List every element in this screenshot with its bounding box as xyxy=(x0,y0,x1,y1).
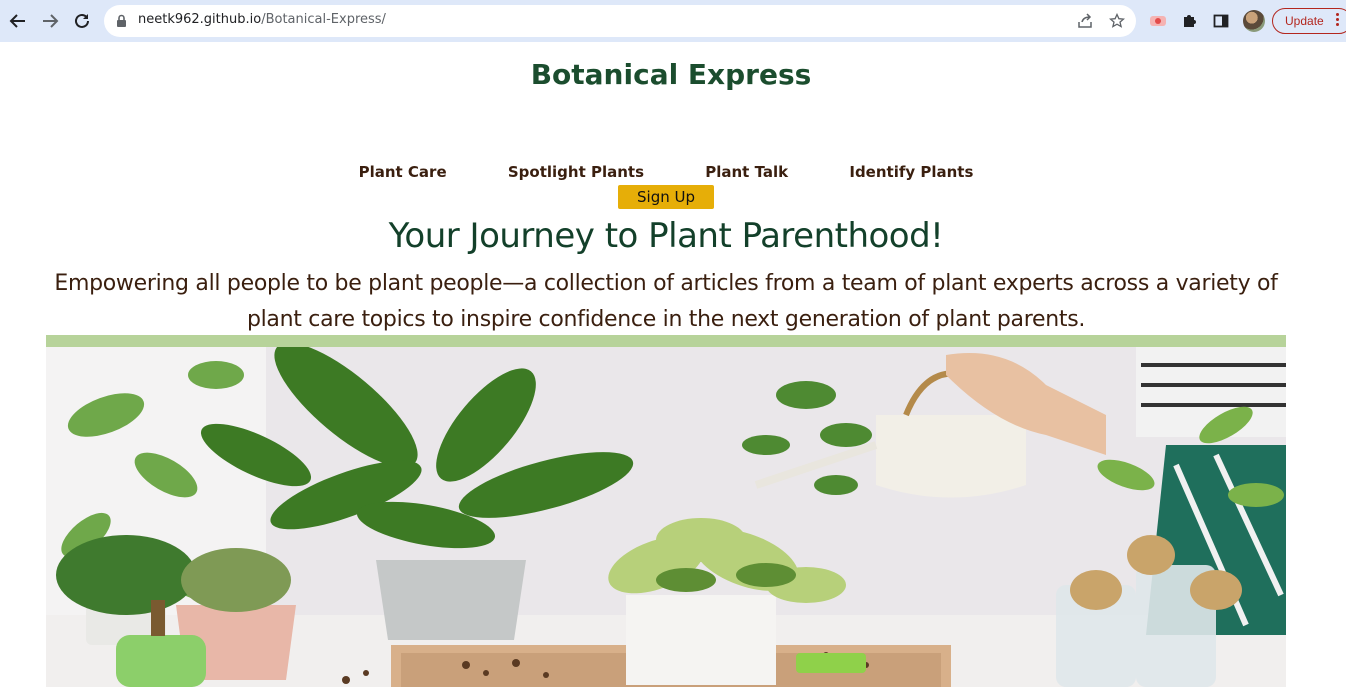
side-panel-icon[interactable] xyxy=(1210,10,1232,32)
url-host: neetk962.github.io xyxy=(138,12,262,27)
main-nav: Plant Care Spotlight Plants Plant Talk I… xyxy=(0,163,1332,181)
plants-illustration xyxy=(46,342,1286,687)
nav-spotlight-plants[interactable]: Spotlight Plants xyxy=(508,163,644,181)
back-arrow-icon[interactable] xyxy=(5,8,31,34)
lock-icon[interactable] xyxy=(116,13,127,32)
kebab-menu-icon[interactable] xyxy=(1336,13,1340,28)
site-title: Botanical Express xyxy=(530,58,812,91)
green-band xyxy=(46,335,1286,347)
browser-toolbar: neetk962.github.io/Botanical-Express/ Up… xyxy=(0,0,1346,42)
url-path: /Botanical-Express/ xyxy=(261,12,386,27)
hero-title: Your Journey to Plant Parenthood! xyxy=(388,216,944,256)
nav-plant-care[interactable]: Plant Care xyxy=(359,163,447,181)
puzzle-icon[interactable] xyxy=(1179,10,1201,32)
update-button[interactable]: Update xyxy=(1272,8,1346,34)
hero-image-plants xyxy=(46,335,1286,687)
nav-identify-plants[interactable]: Identify Plants xyxy=(849,163,973,181)
url-text[interactable]: neetk962.github.io/Botanical-Express/ xyxy=(138,12,386,27)
profile-avatar[interactable] xyxy=(1243,10,1265,32)
star-icon[interactable] xyxy=(1108,12,1126,30)
hero-subtitle: Empowering all people to be plant people… xyxy=(54,271,1278,332)
share-icon[interactable] xyxy=(1076,12,1094,30)
extension-record-icon[interactable] xyxy=(1147,10,1169,32)
sign-up-button[interactable]: Sign Up xyxy=(618,185,714,209)
address-bar[interactable]: neetk962.github.io/Botanical-Express/ xyxy=(104,5,1136,37)
reload-icon[interactable] xyxy=(69,8,95,34)
nav-plant-talk[interactable]: Plant Talk xyxy=(705,163,788,181)
forward-arrow-icon[interactable] xyxy=(37,8,63,34)
